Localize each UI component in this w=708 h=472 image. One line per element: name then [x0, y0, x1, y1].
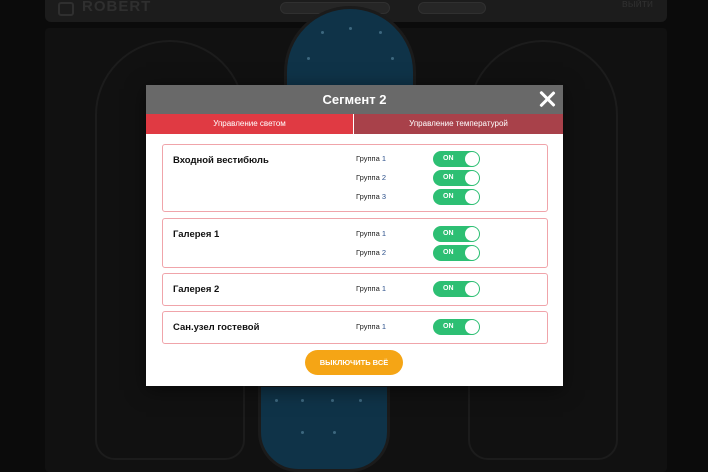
group-label: Группа 3: [356, 192, 387, 201]
group-label: Группа 1: [356, 154, 387, 163]
toggle-knob: [465, 190, 479, 204]
tab-bar: Управление светом Управление температуро…: [146, 114, 563, 134]
segment-modal: Сегмент 2 Управление светом Управление т…: [146, 85, 563, 386]
background-logo: ROBERT: [82, 0, 152, 15]
zone-name: Галерея 2: [173, 284, 220, 295]
zone-name: Галерея 1: [173, 229, 220, 240]
toggle-knob: [465, 227, 479, 241]
zone-name: Сан.узел гостевой: [173, 322, 260, 333]
group-row: Группа 1 ON: [356, 151, 536, 167]
tab-light-control[interactable]: Управление светом: [146, 114, 353, 134]
light-toggle[interactable]: ON: [433, 281, 480, 297]
zone-card-entrance-hall: Входной вестибюль Группа 1 ON Группа 2 O…: [162, 144, 548, 212]
tab-temperature-control[interactable]: Управление температурой: [354, 114, 563, 134]
zone-card-gallery-2: Галерея 2 Группа 1 ON: [162, 273, 548, 306]
light-toggle[interactable]: ON: [433, 226, 480, 242]
group-row: Группа 1 ON: [356, 319, 536, 335]
zone-name: Входной вестибюль: [173, 155, 269, 166]
group-label: Группа 1: [356, 322, 387, 331]
group-label: Группа 1: [356, 284, 387, 293]
group-row: Группа 3 ON: [356, 189, 536, 205]
floor-plan-segment-bottom: [258, 384, 390, 472]
light-toggle[interactable]: ON: [433, 189, 480, 205]
background-nav-pill: [418, 2, 486, 14]
close-icon[interactable]: [538, 90, 556, 108]
turn-off-all-button[interactable]: ВЫКЛЮЧИТЬ ВСЁ: [305, 350, 403, 375]
group-row: Группа 1 ON: [356, 281, 536, 297]
group-row: Группа 1 ON: [356, 226, 536, 242]
toggle-knob: [465, 171, 479, 185]
modal-header: Сегмент 2: [146, 85, 563, 114]
modal-title: Сегмент 2: [322, 92, 387, 107]
group-label: Группа 2: [356, 173, 387, 182]
toggle-knob: [465, 282, 479, 296]
zone-card-gallery-1: Галерея 1 Группа 1 ON Группа 2 ON: [162, 218, 548, 268]
group-row: Группа 2 ON: [356, 245, 536, 261]
group-label: Группа 2: [356, 248, 387, 257]
background-exit-link: выйти: [621, 0, 653, 10]
light-toggle[interactable]: ON: [433, 245, 480, 261]
light-toggle[interactable]: ON: [433, 170, 480, 186]
toggle-knob: [465, 152, 479, 166]
light-toggle[interactable]: ON: [433, 151, 480, 167]
light-toggle[interactable]: ON: [433, 319, 480, 335]
group-label: Группа 1: [356, 229, 387, 238]
toggle-knob: [465, 320, 479, 334]
zone-card-guest-bathroom: Сан.узел гостевой Группа 1 ON: [162, 311, 548, 344]
logo-icon: [58, 2, 74, 16]
toggle-knob: [465, 246, 479, 260]
group-row: Группа 2 ON: [356, 170, 536, 186]
